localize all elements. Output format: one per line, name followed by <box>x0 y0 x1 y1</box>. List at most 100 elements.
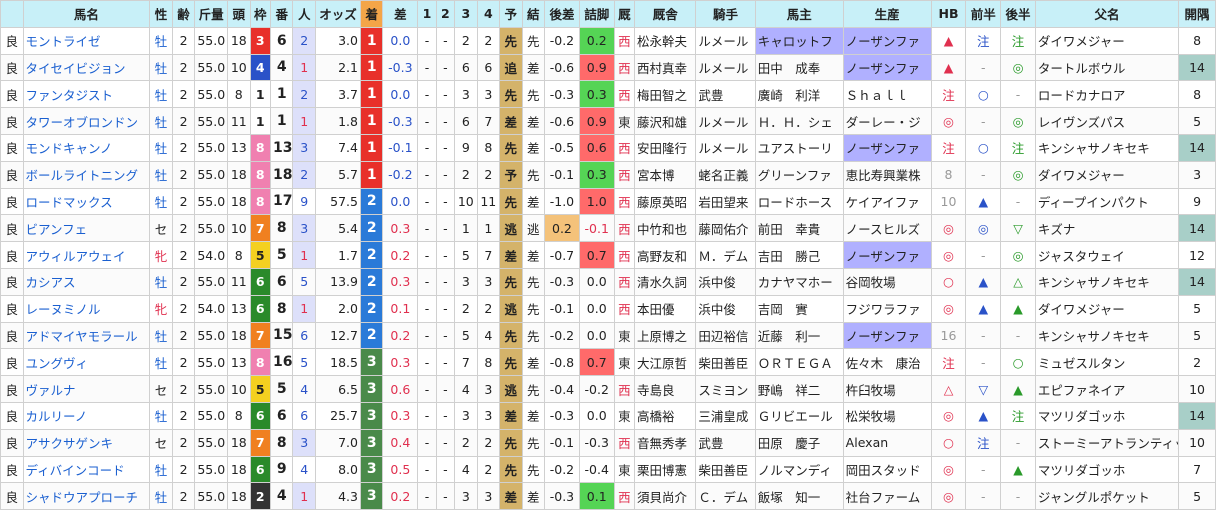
horse-name-link[interactable]: モントライゼ <box>22 26 151 55</box>
table-row[interactable]: 良アサクサゲンキセ 2 55.0 18 7 8 3 7.0 3 0.4- -2 2 先先 -0.1 -0.3… <box>0 428 1216 457</box>
table-row[interactable]: 良アドマイヤモラール牡 2 55.0 18 7 15 6 12.7 2 0.2- -5 4 先先 -0.2… <box>0 321 1216 350</box>
header-cell[interactable]: 後半 <box>1000 0 1036 28</box>
horse-name-link[interactable]: タワーオブロンドン <box>22 107 151 135</box>
horse-name-link[interactable]: ファンタジスト <box>22 80 151 109</box>
header-cell[interactable]: オッズ <box>314 0 361 28</box>
header-cell[interactable]: 前半 <box>965 0 1002 28</box>
table-row[interactable]: 良ファンタジスト牡 2 55.0 8 1 1 2 3.7 1 0.0- -3 3 先先 -0.3 0.3 西梅… <box>0 80 1216 109</box>
table-row[interactable]: 良タイセイビジョン牡 2 55.0 10 4 4 1 2.1 1 -0.3- -6 6 追差 -0.6 0.… <box>0 53 1216 82</box>
header-cell[interactable]: 後差 <box>544 0 580 28</box>
popularity-cell: 1 <box>292 241 316 269</box>
table-row[interactable]: 良レーヌミノル牝 2 54.0 13 6 8 1 2.0 2 0.1- -2 2 逃先 -0.1 0.0 西本… <box>0 294 1216 323</box>
interval-cell: 8 <box>1178 26 1216 55</box>
popularity-cell: 3 <box>292 428 316 457</box>
stable-region-cell: 西 <box>613 267 636 296</box>
horse-name-link[interactable]: アウィルアウェイ <box>22 241 151 269</box>
header-cell[interactable]: 番 <box>269 0 294 28</box>
header-cell[interactable]: 1 <box>417 0 437 28</box>
header-cell[interactable]: 厩舎 <box>634 0 697 28</box>
header-cell[interactable]: 父名 <box>1034 0 1180 28</box>
header-cell[interactable]: 枠 <box>249 0 271 28</box>
popularity-cell: 3 <box>292 133 316 162</box>
table-row[interactable]: 良ヴァルナセ 2 55.0 10 5 5 4 6.5 3 0.6- -4 3 逃先 -0.4 -0.2 西寺島… <box>0 375 1216 403</box>
hb-mark-cell: ◎ <box>930 214 967 243</box>
header-cell[interactable]: 差 <box>382 0 419 28</box>
header-cell[interactable]: 性 <box>149 0 173 28</box>
header-cell[interactable]: 4 <box>476 0 501 28</box>
sex-cell: 牡 <box>149 187 173 216</box>
margin-cell: 0.3 <box>382 348 419 377</box>
header-cell[interactable]: 齢 <box>171 0 196 28</box>
hb-mark-cell: ▲ <box>930 26 967 55</box>
late-diff-cell: -0.1 <box>544 428 580 457</box>
age-cell: 2 <box>171 80 196 109</box>
header-cell[interactable]: 開隅 <box>1178 0 1216 28</box>
style-result-cell: 逃 <box>521 214 546 243</box>
corner2-cell: - <box>435 375 456 403</box>
owner-cell: 吉田 勝己 <box>754 241 844 269</box>
horse-name-link[interactable]: アドマイヤモラール <box>22 321 151 350</box>
horse-name-link[interactable]: ビアンフェ <box>22 214 151 243</box>
header-cell[interactable]: 馬名 <box>22 0 151 28</box>
horse-name-link[interactable]: ボールライトニング <box>22 160 151 189</box>
header-cell[interactable]: 2 <box>435 0 456 28</box>
table-row[interactable]: 良カシアス牡 2 55.0 11 6 6 5 13.9 2 0.3- -3 3 先先 -0.3 0.0 西清水… <box>0 267 1216 296</box>
horse-name-link[interactable]: ロードマックス <box>22 187 151 216</box>
horse-name-link[interactable]: タイセイビジョン <box>22 53 151 82</box>
style-result-cell: 先 <box>521 80 546 109</box>
table-row[interactable]: 良シャドウアプローチ牡 2 55.0 18 2 4 1 4.3 3 0.2- -3 3 差差 -0.3 0.… <box>0 482 1216 511</box>
corner2-cell: - <box>435 241 456 269</box>
table-row[interactable]: 良モンドキャンノ牡 2 55.0 13 8 13 3 7.4 1 -0.1- -9 8 先差 -0.5 0.… <box>0 133 1216 162</box>
horse-number-cell: 1 <box>269 107 294 135</box>
table-row[interactable]: 良タワーオブロンドン牡 2 55.0 11 1 1 1 1.8 1 -0.3- -6 7 差差 -0.6 0… <box>0 107 1216 135</box>
closing-speed-cell: 0.1 <box>578 482 615 511</box>
table-row[interactable]: 良ロードマックス牡 2 55.0 18 8 17 9 57.5 2 0.0- -10 11 先差 -1.0… <box>0 187 1216 216</box>
horse-name-link[interactable]: ユングヴィ <box>22 348 151 377</box>
breeder-cell: 社台ファーム <box>842 482 932 511</box>
table-row[interactable]: 良モントライゼ牡 2 55.0 18 3 6 2 3.0 1 0.0- -2 2 先先 -0.2 0.2 西松… <box>0 26 1216 55</box>
track-condition-cell: 良 <box>0 241 24 269</box>
header-cell[interactable]: 3 <box>454 0 478 28</box>
table-row[interactable]: 良ユングヴィ牡 2 55.0 13 8 16 5 18.5 3 0.3- -7 8 先差 -0.8 0.7 東… <box>0 348 1216 377</box>
header-cell[interactable]: 予 <box>499 0 523 28</box>
age-cell: 2 <box>171 428 196 457</box>
owner-cell: ロードホース <box>754 187 844 216</box>
corner2-cell: - <box>435 428 456 457</box>
heads-cell: 13 <box>227 294 251 323</box>
sire-name-cell: ダイワメジャー <box>1034 26 1180 55</box>
header-cell[interactable]: 騎手 <box>695 0 756 28</box>
header-cell[interactable]: 斤量 <box>194 0 229 28</box>
table-row[interactable]: 良カルリーノ牡 2 55.0 8 6 6 6 25.7 3 0.3- -3 3 差差 -0.3 0.0 東高橋… <box>0 401 1216 430</box>
horse-name-link[interactable]: ディバインコード <box>22 455 151 484</box>
table-row[interactable]: 良ボールライトニング牡 2 55.0 18 8 18 2 5.7 1 -0.2- -2 2 予先 -0.1… <box>0 160 1216 189</box>
closing-speed-cell: 0.7 <box>578 241 615 269</box>
horse-name-link[interactable]: カシアス <box>22 267 151 296</box>
table-row[interactable]: 良ビアンフェセ 2 55.0 10 7 8 3 5.4 2 0.3- -1 1 逃逃 0.2 -0.1 西中竹… <box>0 214 1216 243</box>
owner-cell: 田原 慶子 <box>754 428 844 457</box>
owner-cell: グリーンファ <box>754 160 844 189</box>
horse-name-link[interactable]: レーヌミノル <box>22 294 151 323</box>
weight-cell: 54.0 <box>194 241 229 269</box>
table-row[interactable]: 良ディバインコード牡 2 55.0 18 6 9 4 8.0 3 0.5- -4 2 先先 -0.2 -0.… <box>0 455 1216 484</box>
horse-name-link[interactable]: アサクサゲンキ <box>22 428 151 457</box>
header-cell[interactable]: 生産 <box>842 0 932 28</box>
age-cell: 2 <box>171 53 196 82</box>
header-cell[interactable]: 詰脚 <box>578 0 615 28</box>
header-cell[interactable]: 厩 <box>613 0 636 28</box>
header-cell[interactable]: 結 <box>521 0 546 28</box>
horse-name-link[interactable]: モンドキャンノ <box>22 133 151 162</box>
header-cell[interactable]: 頭 <box>227 0 251 28</box>
horse-name-link[interactable]: シャドウアプローチ <box>22 482 151 511</box>
header-cell[interactable]: 着 <box>359 0 384 28</box>
heads-cell: 11 <box>227 107 251 135</box>
horse-number-cell: 8 <box>269 294 294 323</box>
table-row[interactable]: 良アウィルアウェイ牝 2 54.0 8 5 5 1 1.7 2 0.2- -5 7 差差 -0.7 0.7 西… <box>0 241 1216 269</box>
heads-cell: 8 <box>227 401 251 430</box>
horse-name-link[interactable]: カルリーノ <box>22 401 151 430</box>
header-cell[interactable]: 人 <box>292 0 316 28</box>
header-cell[interactable]: HB <box>930 0 967 28</box>
header-cell[interactable]: 馬主 <box>754 0 844 28</box>
horse-name-link[interactable]: ヴァルナ <box>22 375 151 403</box>
weight-cell: 55.0 <box>194 214 229 243</box>
corner3-cell: 2 <box>454 26 478 55</box>
